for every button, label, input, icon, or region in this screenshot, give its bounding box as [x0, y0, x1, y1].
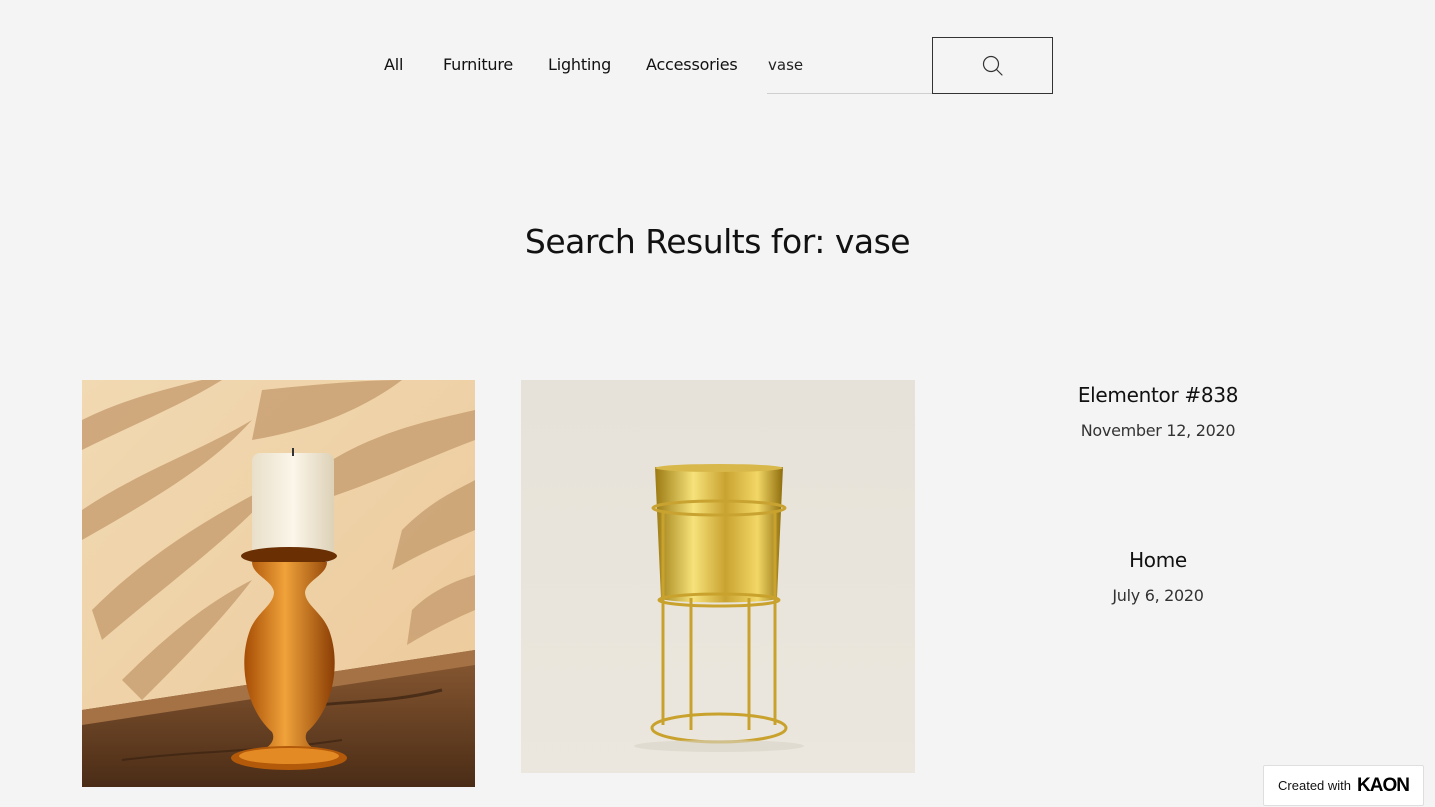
nav-item-lighting[interactable]: Lighting: [548, 55, 611, 74]
badge-text: Created with: [1278, 778, 1352, 793]
result-post-date: November 12, 2020: [1080, 421, 1236, 440]
search-button[interactable]: [932, 37, 1053, 94]
nav-item-all[interactable]: All: [384, 55, 403, 74]
kaon-logo: KAON: [1357, 774, 1410, 796]
result-post-title[interactable]: Elementor #838: [1010, 383, 1306, 407]
nav-item-furniture[interactable]: Furniture: [443, 55, 513, 74]
top-navigation: All Furniture Lighting Accessories: [0, 37, 1435, 94]
gold-planter-stand-image: [521, 380, 915, 773]
search-form: [767, 37, 1053, 94]
result-thumbnail-1[interactable]: [82, 380, 475, 787]
search-icon: [982, 55, 1003, 76]
result-post-date: July 6, 2020: [1112, 586, 1204, 605]
result-post-1: Elementor #838 November 12, 2020: [1010, 383, 1306, 440]
page-title: Search Results for: vase: [524, 222, 911, 261]
search-input[interactable]: [767, 37, 932, 94]
result-post-2: Home July 6, 2020: [1010, 548, 1306, 605]
amber-glass-candle-holder-image: [82, 380, 475, 787]
created-with-kaon-badge[interactable]: Created with KAON: [1263, 765, 1424, 806]
result-post-title[interactable]: Home: [1010, 548, 1306, 572]
nav-item-accessories[interactable]: Accessories: [646, 55, 738, 74]
result-thumbnail-2[interactable]: [521, 380, 915, 773]
